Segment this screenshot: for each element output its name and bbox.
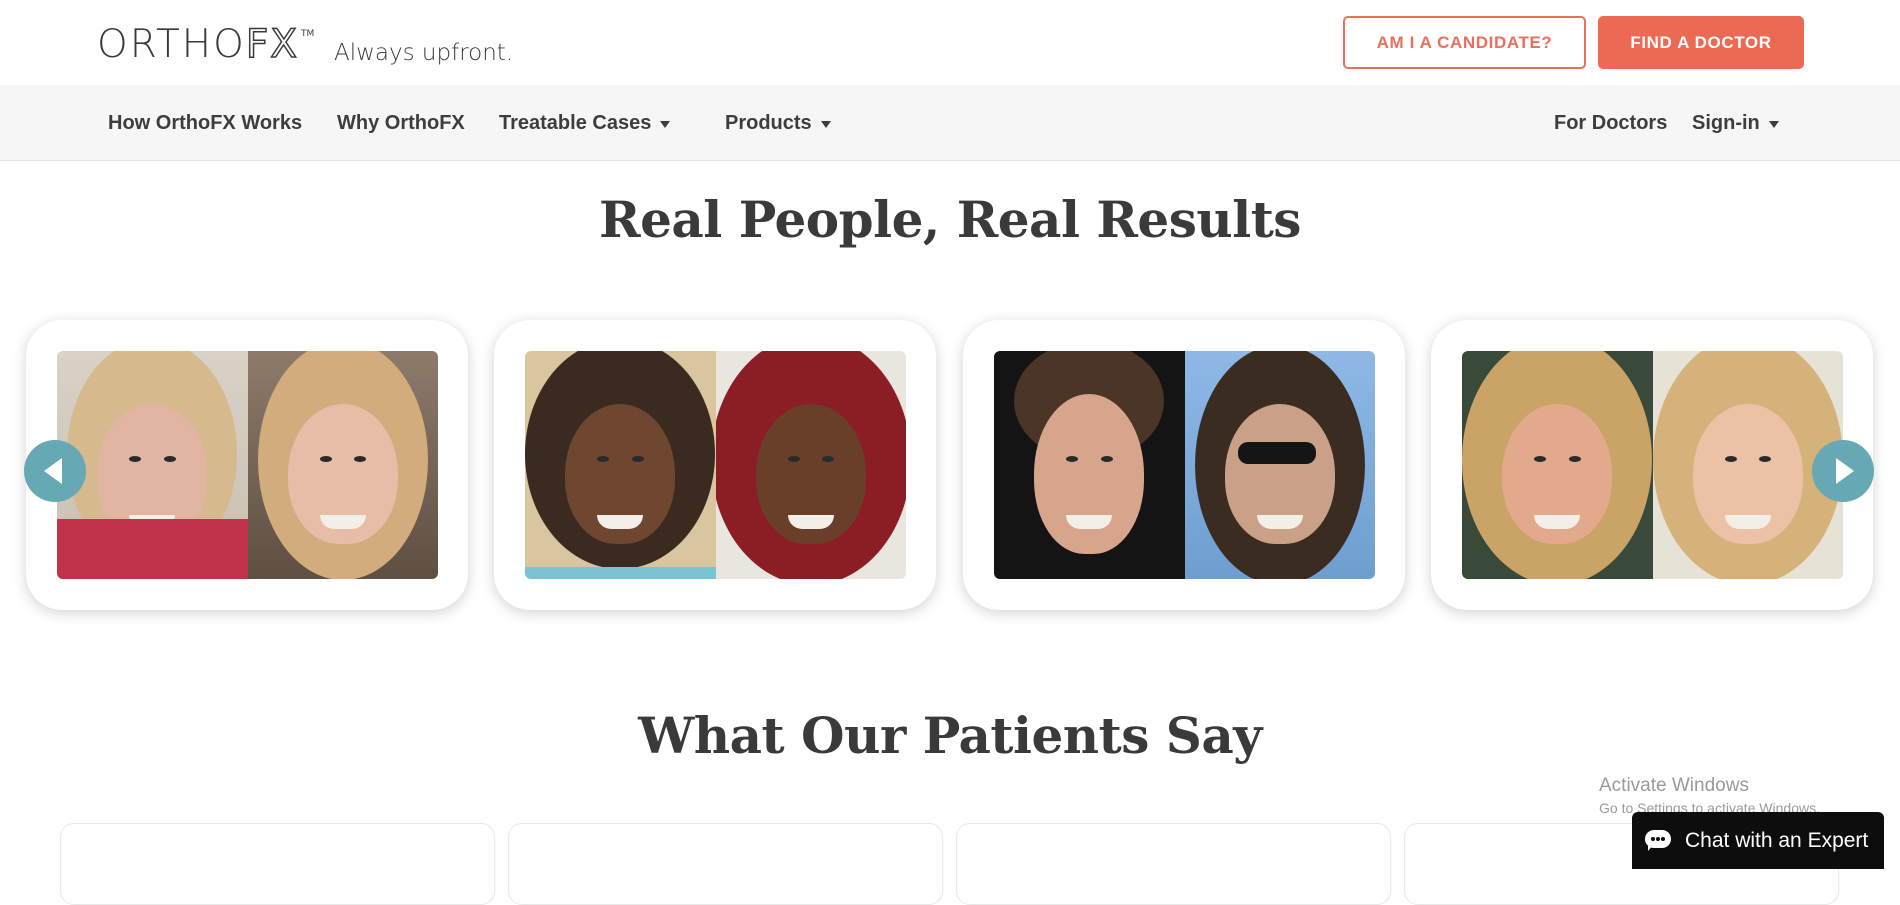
nav-why-label: Why OrthoFX <box>337 111 465 134</box>
tagline: Always upfront. <box>334 40 514 66</box>
orthofx-logo[interactable]: ORTHO FX TM <box>97 21 315 68</box>
site-header: ORTHO FX TM Always upfront. AM I A CANDI… <box>0 0 1900 85</box>
before-after-photos <box>57 351 438 579</box>
patients-heading: What Our Patients Say <box>638 706 1262 765</box>
nav-how-label: How OrthoFX Works <box>108 111 303 134</box>
nav-doctors-label: For Doctors <box>1554 111 1668 134</box>
before-photo <box>525 351 716 579</box>
am-i-a-candidate-button[interactable]: AM I A CANDIDATE? <box>1343 16 1586 69</box>
before-after-photos <box>994 351 1375 579</box>
before-after-photos <box>1462 351 1843 579</box>
caret-down-icon <box>1768 120 1779 128</box>
nav-signin-label: Sign-in <box>1692 111 1760 134</box>
watermark-title: Activate Windows <box>1599 775 1749 796</box>
activate-windows-watermark: Activate Windows Go to Settings to activ… <box>1599 775 1820 816</box>
before-photo <box>994 351 1185 579</box>
review-card <box>956 823 1391 905</box>
nav-products[interactable]: Products <box>725 85 831 161</box>
nav-for-doctors[interactable]: For Doctors <box>1554 85 1667 161</box>
logo-ortho-text: ORTHO <box>97 22 246 67</box>
chevron-left-icon <box>44 458 62 484</box>
nav-treatable-label: Treatable Cases <box>499 111 652 134</box>
caret-down-icon <box>660 120 671 128</box>
nav-how-orthofx-works[interactable]: How OrthoFX Works <box>108 85 302 161</box>
result-card[interactable] <box>963 320 1405 610</box>
chat-with-expert-button[interactable]: Chat with an Expert <box>1632 812 1884 869</box>
logo-trademark: TM <box>300 29 315 39</box>
nav-treatable-cases[interactable]: Treatable Cases <box>499 85 671 161</box>
results-heading: Real People, Real Results <box>599 190 1301 249</box>
result-card[interactable] <box>26 320 468 610</box>
result-card[interactable] <box>1431 320 1873 610</box>
main-nav: How OrthoFX Works Why OrthoFX Treatable … <box>0 85 1900 161</box>
before-photo <box>1462 351 1653 579</box>
caret-down-icon <box>820 120 831 128</box>
carousel-next-button[interactable] <box>1812 440 1874 502</box>
review-card <box>508 823 943 905</box>
chat-label: Chat with an Expert <box>1685 828 1869 852</box>
before-after-photos <box>525 351 906 579</box>
after-photo <box>247 351 438 579</box>
nav-sign-in[interactable]: Sign-in <box>1692 85 1779 161</box>
nav-products-label: Products <box>725 111 812 134</box>
review-card <box>60 823 495 905</box>
logo-fx-text: FX <box>245 21 299 68</box>
chat-bubble-icon <box>1645 829 1673 852</box>
carousel-prev-button[interactable] <box>24 440 86 502</box>
nav-why-orthofx[interactable]: Why OrthoFX <box>337 85 465 161</box>
after-photo <box>715 351 906 579</box>
chevron-right-icon <box>1836 458 1854 484</box>
result-card[interactable] <box>494 320 936 610</box>
after-photo <box>1184 351 1375 579</box>
find-a-doctor-button[interactable]: FIND A DOCTOR <box>1598 16 1804 69</box>
